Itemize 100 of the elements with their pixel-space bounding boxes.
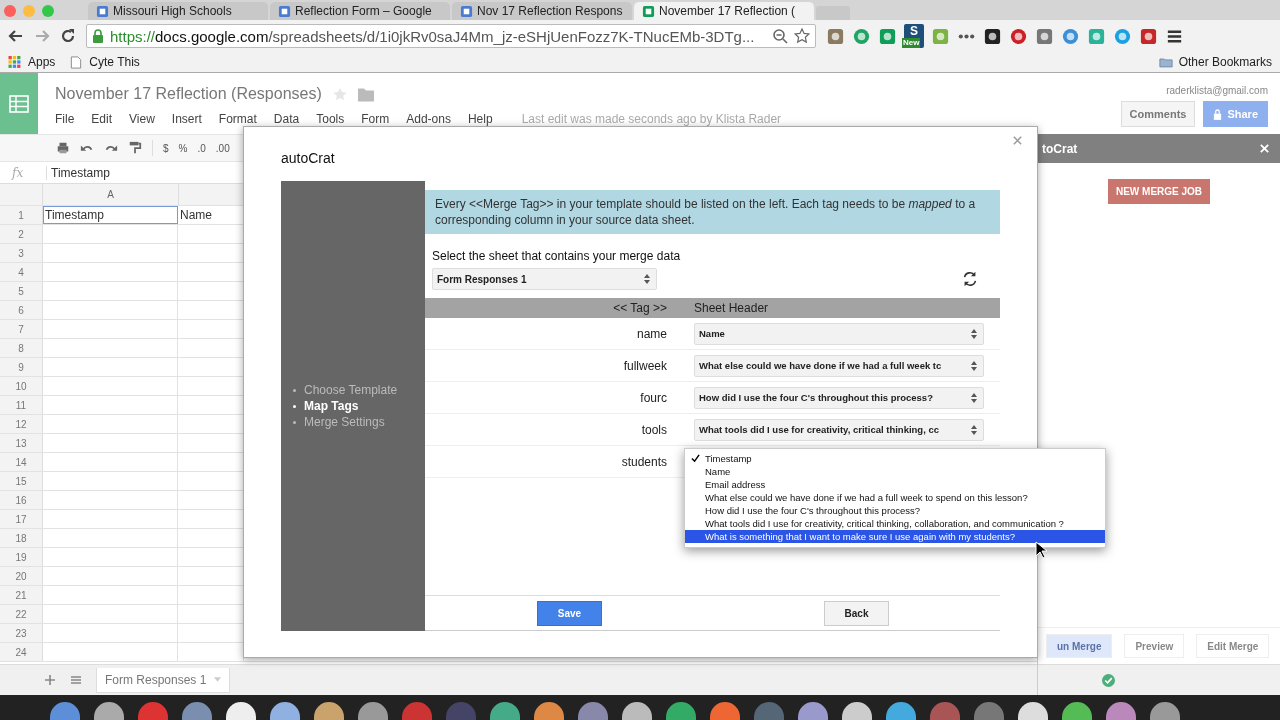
- menu-item[interactable]: File: [55, 112, 75, 126]
- refresh-icon[interactable]: [961, 270, 979, 288]
- app-icon[interactable]: [1150, 702, 1180, 720]
- format-button[interactable]: $: [163, 142, 169, 154]
- format-button[interactable]: .0: [197, 142, 206, 154]
- step-item[interactable]: Map Tags: [293, 398, 425, 414]
- dropdown-option[interactable]: What is something that I want to make sure I use again with my students?: [685, 530, 1105, 543]
- row-number[interactable]: 10: [0, 377, 43, 395]
- row-number[interactable]: 17: [0, 510, 43, 528]
- row-number[interactable]: 5: [0, 282, 43, 300]
- apps-bookmark[interactable]: Apps: [8, 55, 56, 69]
- zoom-icon[interactable]: [772, 28, 788, 44]
- app-icon[interactable]: [94, 702, 124, 720]
- row-number[interactable]: 23: [0, 624, 43, 642]
- table-cell[interactable]: Timestamp: [43, 206, 178, 224]
- browser-tab[interactable]: Missouri High Schools: [88, 2, 268, 20]
- dropdown-option[interactable]: What else could we have done if we had a full week to spend on this lesson?: [685, 491, 1105, 504]
- menu-item[interactable]: Insert: [171, 112, 202, 126]
- row-number[interactable]: 12: [0, 415, 43, 433]
- back-icon[interactable]: [8, 28, 24, 44]
- menu-item[interactable]: Tools: [316, 112, 345, 126]
- header-select[interactable]: How did I use the four C's throughout this process?: [694, 386, 984, 409]
- format-button[interactable]: .00: [215, 142, 230, 154]
- row-number[interactable]: 18: [0, 529, 43, 547]
- formula-field[interactable]: Timestamp: [46, 165, 110, 180]
- address-bar[interactable]: https://docs.google.com/spreadsheets/d/1i0jkRv0saJ4Mm_jz-eSHjUenFozz7K-TNucEMb-3DTg...: [86, 24, 816, 48]
- step-item[interactable]: Choose Template: [293, 382, 425, 398]
- comments-button[interactable]: Comments: [1120, 101, 1196, 127]
- dropdown-option[interactable]: How did I use the four C's throughout this process?: [685, 504, 1105, 517]
- sheet-tab[interactable]: Form Responses 1: [96, 667, 231, 693]
- add-sheet-button[interactable]: [44, 674, 56, 686]
- bookmark-star-icon[interactable]: [794, 28, 810, 44]
- app-icon[interactable]: [1062, 702, 1092, 720]
- merge-action-button[interactable]: Preview: [1124, 634, 1185, 658]
- row-number[interactable]: 3: [0, 244, 43, 262]
- app-icon[interactable]: [886, 702, 916, 720]
- row-number[interactable]: 14: [0, 453, 43, 471]
- row-number[interactable]: 20: [0, 567, 43, 585]
- dropdown-option[interactable]: Timestamp: [685, 452, 1105, 465]
- column-header[interactable]: A: [43, 184, 179, 205]
- document-title[interactable]: November 17 Reflection (Responses): [55, 85, 322, 103]
- row-number[interactable]: 24: [0, 643, 43, 661]
- header-select[interactable]: Name: [694, 322, 984, 345]
- app-icon[interactable]: [1106, 702, 1136, 720]
- row-number[interactable]: 11: [0, 396, 43, 414]
- menu-item[interactable]: Format: [218, 112, 257, 126]
- menu-item[interactable]: Edit: [91, 112, 113, 126]
- merge-action-button[interactable]: un Merge: [1046, 634, 1113, 658]
- header-select[interactable]: What tools did I use for creativity, critical thinking, cc: [694, 418, 984, 441]
- browser-tab[interactable]: November 17 Reflection (: [634, 2, 814, 20]
- row-number[interactable]: 1: [0, 206, 43, 224]
- app-icon[interactable]: [622, 702, 652, 720]
- app-icon[interactable]: [226, 702, 256, 720]
- row-number[interactable]: 16: [0, 491, 43, 509]
- sheet-select[interactable]: Form Responses 1: [432, 268, 657, 290]
- step-item[interactable]: Merge Settings: [293, 414, 425, 430]
- paint-format-icon[interactable]: [128, 141, 142, 155]
- format-button[interactable]: %: [178, 142, 188, 154]
- merge-action-button[interactable]: Edit Merge: [1196, 634, 1270, 658]
- row-number[interactable]: 6: [0, 301, 43, 319]
- menu-item[interactable]: Add-ons: [406, 112, 451, 126]
- row-number[interactable]: 22: [0, 605, 43, 623]
- row-number[interactable]: 19: [0, 548, 43, 566]
- dropdown-option[interactable]: What tools did I use for creativity, critical thinking, collaboration, and communication ?: [685, 517, 1105, 530]
- bookmark[interactable]: Cyte This: [69, 55, 140, 69]
- back-button[interactable]: Back: [824, 600, 889, 626]
- star-icon[interactable]: [331, 86, 348, 102]
- dropdown-option[interactable]: Name: [685, 465, 1105, 478]
- save-button[interactable]: Save: [537, 600, 602, 626]
- menu-item[interactable]: Form: [361, 112, 390, 126]
- row-number[interactable]: 21: [0, 586, 43, 604]
- menu-item[interactable]: Data: [273, 112, 300, 126]
- header-select[interactable]: What else could we have done if we had a full week tc: [694, 354, 984, 377]
- row-number[interactable]: 7: [0, 320, 43, 338]
- row-number[interactable]: 15: [0, 472, 43, 490]
- app-icon[interactable]: [358, 702, 388, 720]
- print-icon[interactable]: [56, 141, 70, 155]
- other-bookmarks-folder[interactable]: Other Bookmarks: [1158, 55, 1272, 69]
- app-icon[interactable]: [270, 702, 300, 720]
- app-icon[interactable]: [534, 702, 564, 720]
- new-merge-job-button[interactable]: NEW MERGE JOB: [1107, 179, 1211, 204]
- row-number[interactable]: 4: [0, 263, 43, 281]
- dropdown-option[interactable]: Email address: [685, 478, 1105, 491]
- extension-icon[interactable]: [983, 26, 1002, 46]
- extension-button[interactable]: S New: [904, 24, 924, 48]
- app-icon[interactable]: [798, 702, 828, 720]
- row-number[interactable]: 13: [0, 434, 43, 452]
- account-email[interactable]: raderklista@gmail.com: [1166, 85, 1268, 96]
- menu-item[interactable]: Help: [467, 112, 493, 126]
- app-icon[interactable]: [1018, 702, 1048, 720]
- row-number[interactable]: 9: [0, 358, 43, 376]
- reload-icon[interactable]: [60, 28, 76, 44]
- row-number[interactable]: 8: [0, 339, 43, 357]
- row-number[interactable]: 2: [0, 225, 43, 243]
- app-icon[interactable]: [314, 702, 344, 720]
- menu-item[interactable]: View: [129, 112, 155, 126]
- app-icon[interactable]: [490, 702, 520, 720]
- browser-tab[interactable]: Nov 17 Reflection Respons: [452, 2, 632, 20]
- browser-tab[interactable]: Reflection Form – Google: [270, 2, 450, 20]
- close-icon[interactable]: [1012, 135, 1023, 146]
